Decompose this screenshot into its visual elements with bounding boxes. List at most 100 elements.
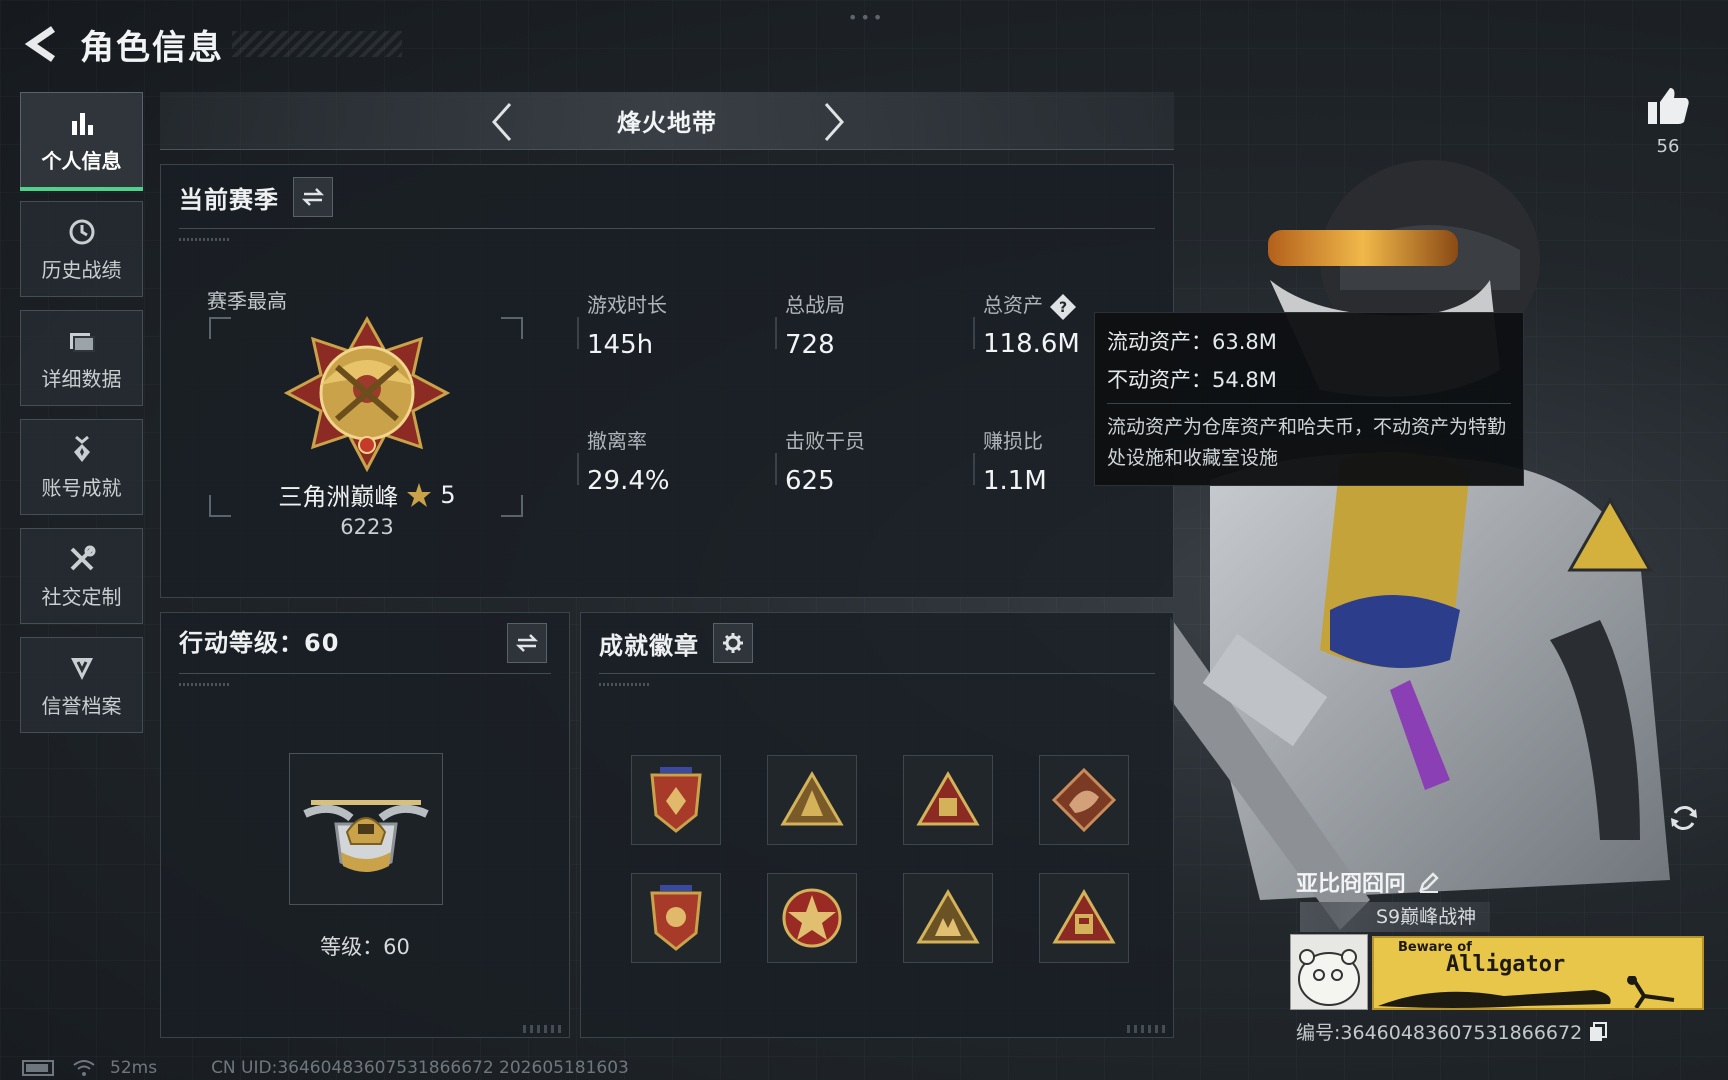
- badges-panel: 成就徽章: [580, 612, 1174, 1038]
- badges-settings-button[interactable]: [713, 623, 753, 663]
- star-badge-icon: [782, 888, 842, 948]
- level-panel: 行动等级：60 等级：60: [160, 612, 570, 1038]
- edit-icon[interactable]: [1418, 871, 1440, 893]
- mode-title: 烽火地带: [617, 109, 717, 137]
- badge-slot[interactable]: [767, 755, 857, 845]
- like-button[interactable]: 56: [1640, 86, 1696, 157]
- alligator-icon: [1378, 976, 1675, 1008]
- sidebar: 个人信息 历史战绩 详细数据 账号成就 社交定制 信誉档案: [20, 92, 143, 746]
- star-icon: [407, 482, 432, 507]
- stat-label: 击败干员: [785, 429, 865, 453]
- shield-badge-icon: [650, 767, 702, 833]
- page-header: 角色信息: [20, 20, 402, 68]
- sidebar-item-history[interactable]: 历史战绩: [20, 201, 143, 297]
- rank-name-row: 三角洲巅峰 5: [161, 477, 573, 512]
- tooltip-fixed-assets: 不动资产：54.8M: [1107, 368, 1277, 392]
- badges-title: 成就徽章: [599, 631, 699, 660]
- sidebar-item-credit-file[interactable]: 信誉档案: [20, 637, 143, 733]
- bar-chart-icon: [71, 112, 93, 135]
- stat-label: 赚损比: [983, 429, 1043, 453]
- season-title: 当前赛季: [179, 185, 279, 214]
- player-uid-row: 编号:3646048360753186667​2: [1296, 1018, 1608, 1045]
- help-icon[interactable]: ?: [1049, 293, 1077, 321]
- dragon-badge-icon: [1051, 767, 1117, 833]
- rotate-model-button[interactable]: [1662, 796, 1706, 840]
- stat-play-time: 游戏时长 145h: [577, 289, 667, 360]
- swap-icon: [515, 634, 539, 652]
- sidebar-item-achievements[interactable]: 账号成就: [20, 419, 143, 515]
- page-title: 角色信息: [80, 27, 224, 68]
- stat-label: 总战局: [785, 293, 845, 317]
- battery-icon: [22, 1060, 54, 1076]
- back-arrow-icon: [24, 26, 55, 62]
- sidebar-item-label: 个人信息: [41, 148, 122, 173]
- sidebar-item-label: 详细数据: [41, 366, 122, 391]
- copy-icon[interactable]: [1588, 1021, 1608, 1043]
- triangle-badge-icon: [1052, 889, 1116, 944]
- wifi-icon: [73, 1060, 95, 1076]
- level-switch-button[interactable]: [507, 623, 547, 663]
- shield-icon: [70, 657, 93, 680]
- shield-badge-icon: [650, 885, 702, 951]
- rank-emblem-icon: [283, 315, 451, 473]
- level-title: 行动等级：60: [179, 629, 340, 657]
- rotate-icon: [1671, 806, 1697, 830]
- stat-value: 29.4%: [587, 466, 670, 496]
- status-bar: 52ms CN UID:3646048360753186667​2 202605…: [22, 1058, 629, 1078]
- svg-text:?: ?: [1059, 300, 1067, 316]
- title-decoration: [232, 31, 402, 57]
- rank-score: 6223: [340, 515, 394, 539]
- badge-slot[interactable]: [767, 873, 857, 963]
- sidebar-item-label: 信誉档案: [41, 693, 122, 718]
- corner-decoration: [523, 1025, 563, 1033]
- triangle-badge-icon: [916, 771, 980, 826]
- level-label: 等级：60: [320, 935, 410, 959]
- like-count: 56: [1656, 136, 1680, 157]
- season-panel: 当前赛季 赛季最高 三角洲巅峰 5 6223 游戏时长 145h 总战局 728…: [160, 164, 1174, 598]
- badge-slot[interactable]: [631, 755, 721, 845]
- badge-slot[interactable]: [903, 873, 993, 963]
- corner-decoration: [1127, 1025, 1167, 1033]
- sidebar-item-social-custom[interactable]: 社交定制: [20, 528, 143, 624]
- stat-value: 145h: [587, 330, 654, 360]
- badge-slot[interactable]: [903, 755, 993, 845]
- stat-label: 撤离率: [587, 429, 647, 453]
- frame-corner: [209, 317, 231, 339]
- mode-next-button[interactable]: [814, 100, 854, 144]
- rank-name: 三角洲巅峰: [278, 483, 399, 511]
- player-name-row: 亚比冏囧冋: [1296, 866, 1440, 898]
- badge-slot[interactable]: [631, 873, 721, 963]
- stat-value: 118.6M: [983, 328, 1080, 359]
- mode-selector: 烽火地带: [160, 92, 1174, 150]
- tools-icon: [70, 545, 95, 570]
- season-switch-button[interactable]: [293, 177, 333, 217]
- badge-slot[interactable]: [1039, 755, 1129, 845]
- swap-icon: [301, 188, 325, 206]
- stat-extraction-rate: 撤离率 29.4%: [577, 425, 670, 496]
- badge-slot[interactable]: [1039, 873, 1129, 963]
- sidebar-item-label: 社交定制: [41, 584, 122, 609]
- tooltip-description: 流动资产为仓库资产和哈夫币，不动资产为特勤处设施和收藏室设施: [1107, 416, 1507, 469]
- stat-total-assets: 总资产? 118.6M: [973, 289, 1080, 359]
- sidebar-item-personal-info[interactable]: 个人信息: [20, 92, 143, 191]
- stat-value: 625: [785, 466, 835, 496]
- player-uid: 编号:3646048360753186667​2: [1296, 1022, 1583, 1044]
- level-emblem-frame: [289, 753, 443, 905]
- bear-avatar-icon: [1298, 949, 1360, 1006]
- back-button[interactable]: [20, 20, 60, 68]
- chevron-left-icon: [491, 103, 512, 141]
- gear-icon: [723, 633, 743, 653]
- stat-label-text: 总资产: [983, 293, 1043, 317]
- top-handle: •••: [848, 8, 886, 27]
- stat-operators-defeated: 击败干员 625: [775, 425, 865, 496]
- stat-label: 游戏时长: [587, 293, 667, 317]
- name-card-banner[interactable]: Beware of Alligator: [1372, 936, 1704, 1010]
- sidebar-item-detailed-data[interactable]: 详细数据: [20, 310, 143, 406]
- mode-prev-button[interactable]: [482, 100, 522, 144]
- sidebar-item-label: 账号成就: [41, 475, 122, 500]
- sidebar-item-label: 历史战绩: [41, 257, 122, 282]
- stat-profit-loss: 赚损比 1.1M: [973, 425, 1047, 496]
- uid-footer-text: CN UID:3646048360753186667​2 20260518160…: [211, 1058, 629, 1078]
- avatar[interactable]: [1290, 934, 1368, 1010]
- divider: [179, 228, 1155, 241]
